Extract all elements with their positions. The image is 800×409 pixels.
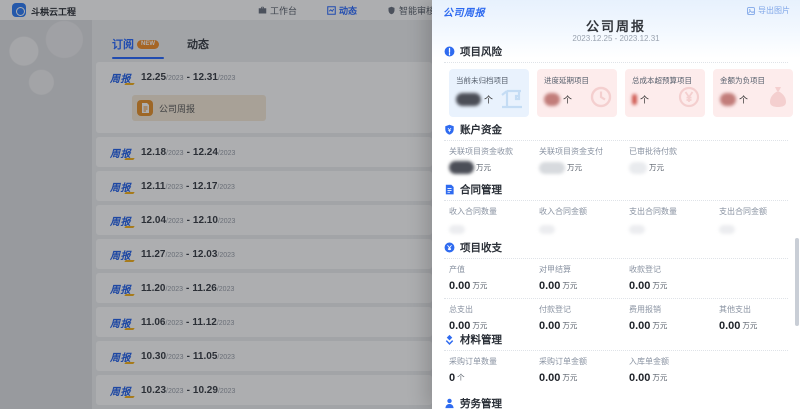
funds-grid: 关联项目资金收款 万元 关联项目资金支付 万元 已审批待付款 万元 — [432, 146, 800, 174]
metric-owner-settlement: 对甲结算 0.00万元 — [539, 264, 629, 292]
risk-cards: 当前未归档项目 个 进度延期项目 个 总成本超预算项目 个 金额为负项目 个 — [432, 69, 800, 117]
section-project-risk: 项目风险 当前未归档项目 个 进度延期项目 个 总成本超预算项目 个 — [432, 44, 800, 117]
section-contract-management: 合同管理 收入合同数量 收入合同金额 支出合同数量 支出合同金额 — [432, 182, 800, 234]
export-image-label: 导出图片 — [758, 5, 790, 16]
metric-receipt-register: 收款登记 0.00万元 — [629, 264, 719, 292]
moneybag-icon — [767, 85, 789, 114]
export-image-button[interactable]: 导出图片 — [747, 5, 790, 16]
metric-purchase-order-count: 采购订单数量 0个 — [449, 356, 539, 384]
redacted-value — [629, 225, 645, 234]
section-title: 劳务管理 — [460, 396, 502, 409]
divider — [444, 200, 788, 201]
risk-card-over-budget: 总成本超预算项目 个 — [625, 69, 705, 117]
risk-alert-icon — [444, 46, 455, 57]
metric-approved-pending: 已审批待付款 万元 — [629, 146, 719, 174]
metric-funds-received: 关联项目资金收款 万元 — [449, 146, 539, 174]
metric-expense-reimburse: 费用报销 0.00万元 — [629, 304, 719, 332]
metric-total-expense: 总支出 0.00万元 — [449, 304, 539, 332]
section-title: 项目收支 — [460, 240, 502, 255]
divider — [444, 140, 788, 141]
divider — [444, 298, 788, 299]
divider — [444, 350, 788, 351]
metric-payment-register: 付款登记 0.00万元 — [539, 304, 629, 332]
section-title: 项目风险 — [460, 44, 502, 59]
risk-card-delayed: 进度延期项目 个 — [537, 69, 617, 117]
redacted-value — [719, 225, 735, 234]
export-image-icon — [747, 7, 755, 15]
metric-expense-contract-count: 支出合同数量 — [629, 206, 719, 234]
metric-income-contract-amount: 收入合同金额 — [539, 206, 629, 234]
app-root: 斗栱云工程 工作台 动态 智能审核 NEW 订阅 NEW — [0, 0, 800, 409]
redacted-value — [449, 225, 465, 234]
contracts-grid: 收入合同数量 收入合同金额 支出合同数量 支出合同金额 — [432, 206, 800, 234]
metric-other-expense: 其他支出 0.00万元 — [719, 304, 800, 332]
drawer-title: 公司周报 — [432, 16, 800, 35]
materials-grid: 采购订单数量 0个 采购订单金额 0.00万元 入库单金额 0.00万元 — [432, 356, 800, 384]
metric-expense-contract-amount: 支出合同金额 — [719, 206, 800, 234]
redacted-value — [539, 225, 555, 234]
redacted-value — [629, 162, 647, 174]
redacted-value — [632, 94, 637, 105]
section-material-management: 材料管理 采购订单数量 0个 采购订单金额 0.00万元 入库单金额 0.00万… — [432, 332, 800, 384]
redacted-value — [544, 93, 560, 106]
redacted-value — [456, 93, 481, 106]
person-icon — [444, 398, 455, 409]
finance-coin-icon — [444, 242, 455, 253]
metric-income-contract-count: 收入合同数量 — [449, 206, 539, 234]
shield-icon — [444, 124, 455, 135]
section-title: 账户资金 — [460, 122, 502, 137]
metric-purchase-order-amount: 采购订单金额 0.00万元 — [539, 356, 629, 384]
section-labor-management: 劳务管理 — [432, 396, 800, 409]
finance-grid-row2: 总支出 0.00万元 付款登记 0.00万元 费用报销 0.00万元 其他支出 … — [432, 304, 800, 332]
metric-funds-paid: 关联项目资金支付 万元 — [539, 146, 629, 174]
metric-output-value: 产值 0.00万元 — [449, 264, 539, 292]
risk-card-negative-amount: 金额为负项目 个 — [713, 69, 793, 117]
contract-doc-icon — [444, 184, 455, 195]
redacted-value — [720, 93, 736, 106]
section-account-funds: 账户资金 关联项目资金收款 万元 关联项目资金支付 万元 已审批待付款 万元 — [432, 122, 800, 174]
yuan-icon — [677, 85, 701, 114]
clock-icon — [589, 85, 613, 114]
risk-card-unarchived: 当前未归档项目 个 — [449, 69, 529, 117]
redacted-value — [539, 162, 565, 174]
materials-icon — [444, 334, 455, 345]
crane-icon — [499, 85, 525, 114]
section-title: 合同管理 — [460, 182, 502, 197]
divider — [444, 62, 788, 63]
metric-inbound-amount: 入库单金额 0.00万元 — [629, 356, 719, 384]
drawer-scrollbar-thumb[interactable] — [795, 238, 799, 326]
drawer-date-range: 2023.12.25 - 2023.12.31 — [432, 34, 800, 43]
section-project-finance: 项目收支 产值 0.00万元 对甲结算 0.00万元 收款登记 0.00万元 — [432, 240, 800, 332]
company-report-drawer: 公司周报 导出图片 公司周报 2023.12.25 - 2023.12.31 项… — [432, 0, 800, 409]
section-title: 材料管理 — [460, 332, 502, 347]
redacted-value — [449, 161, 474, 174]
divider — [444, 258, 788, 259]
finance-grid-row1: 产值 0.00万元 对甲结算 0.00万元 收款登记 0.00万元 — [432, 264, 800, 292]
